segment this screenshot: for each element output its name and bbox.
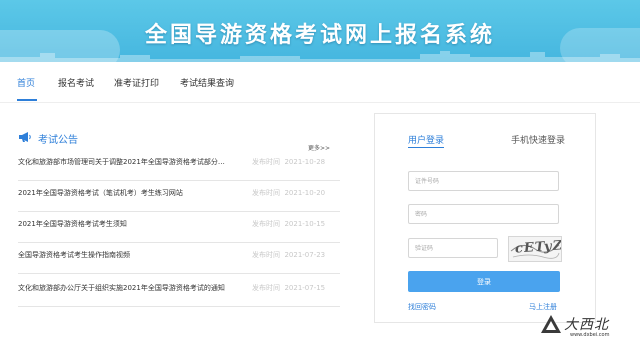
watermark-logo-icon: [541, 315, 561, 333]
megaphone-icon: [19, 132, 31, 142]
skyline-decoration: [0, 51, 640, 62]
nav-item-admission-ticket[interactable]: 准考证打印: [114, 76, 159, 89]
news-list-item: 文化和旅游部办公厅关于组织实施2021年全国导游资格考试的通知 发布时间 202…: [18, 276, 340, 307]
news-title[interactable]: 全国导游资格考试考生操作指南视频: [18, 250, 250, 260]
tab-user-login[interactable]: 用户登录: [408, 133, 444, 146]
news-list-item: 文化和旅游部市场管理司关于调整2021年全国导游资格考试部分… 发布时间 202…: [18, 150, 340, 181]
watermark-text: 大西北: [564, 317, 609, 333]
login-button[interactable]: 登录: [408, 271, 560, 292]
news-title[interactable]: 2021年全国导游资格考试考生须知: [18, 219, 250, 229]
news-list-item: 全国导游资格考试考生操作指南视频 发布时间 2021-07-23: [18, 243, 340, 274]
captcha-input[interactable]: [408, 238, 498, 258]
captcha-image[interactable]: cETyZ: [508, 236, 562, 262]
news-date: 发布时间 2021-10-20: [252, 189, 326, 197]
nav-active-indicator: [17, 99, 37, 101]
main-nav: 首页 报名考试 准考证打印 考试结果查询: [0, 62, 640, 102]
password-input[interactable]: [408, 204, 559, 224]
header-banner: 全国导游资格考试网上报名系统: [0, 0, 640, 62]
notice-header: 考试公告 更多>>: [16, 128, 346, 152]
news-title[interactable]: 2021年全国导游资格考试（笔试机考）考生练习网站: [18, 188, 250, 198]
news-list-item: 2021年全国导游资格考试考生须知 发布时间 2021-10-15: [18, 212, 340, 243]
page-title: 全国导游资格考试网上报名系统: [144, 23, 495, 48]
nav-item-results[interactable]: 考试结果查询: [180, 76, 234, 89]
nav-item-home[interactable]: 首页: [17, 76, 35, 89]
nav-divider: [0, 102, 640, 103]
news-list-item: 2021年全国导游资格考试（笔试机考）考生练习网站 发布时间 2021-10-2…: [18, 181, 340, 212]
news-date: 发布时间 2021-07-15: [252, 284, 326, 292]
news-date: 发布时间 2021-07-23: [252, 251, 326, 259]
login-tab-indicator: [408, 147, 444, 148]
watermark-url: www.dxbei.com: [570, 332, 610, 338]
news-date: 发布时间 2021-10-15: [252, 220, 326, 228]
forgot-password-link[interactable]: 找回密码: [408, 302, 436, 312]
news-title[interactable]: 文化和旅游部办公厅关于组织实施2021年全国导游资格考试的通知: [18, 283, 250, 293]
tab-mobile-login[interactable]: 手机快速登录: [511, 133, 565, 146]
news-title[interactable]: 文化和旅游部市场管理司关于调整2021年全国导游资格考试部分…: [18, 157, 250, 167]
news-date: 发布时间 2021-10-28: [252, 158, 326, 166]
login-panel: 用户登录 手机快速登录 cETyZ 登录 找回密码 马上注册: [374, 113, 596, 323]
nav-item-register-exam[interactable]: 报名考试: [58, 76, 94, 89]
register-link[interactable]: 马上注册: [529, 302, 557, 312]
id-number-input[interactable]: [408, 171, 559, 191]
captcha-text: cETyZ: [514, 238, 562, 257]
notice-section-title: 考试公告: [38, 135, 78, 146]
site-watermark: 大西北 www.dxbei.com: [540, 314, 640, 342]
